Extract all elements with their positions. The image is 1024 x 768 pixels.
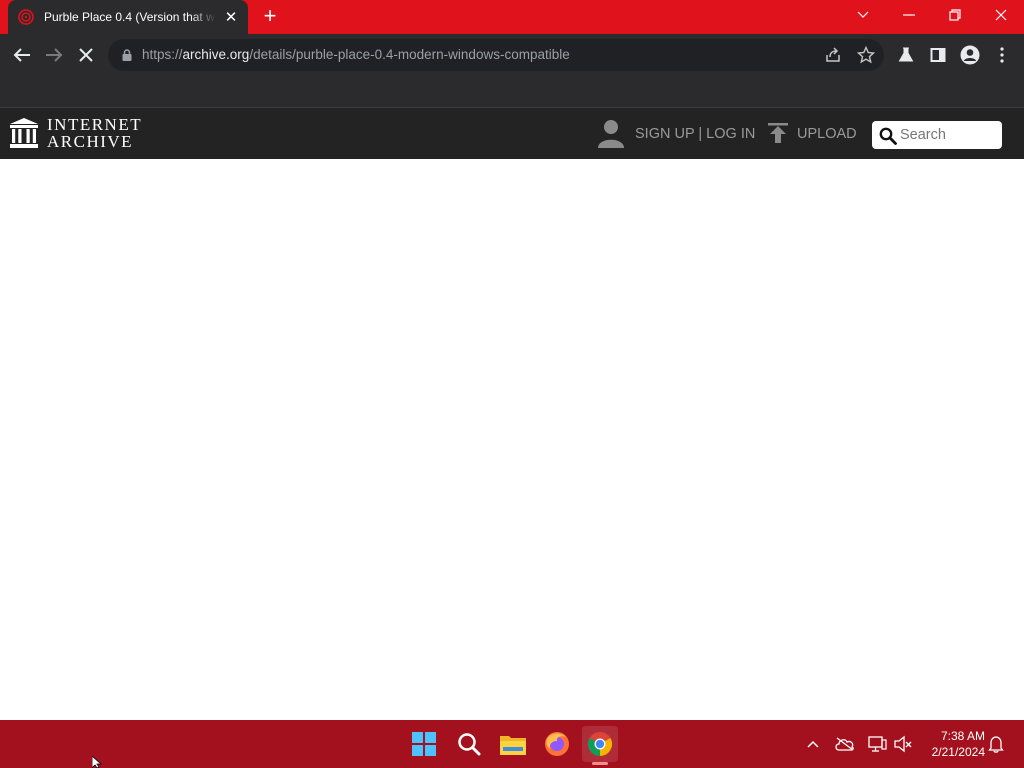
wordmark-line-2: ARCHIVE: [47, 132, 134, 151]
minimize-window-icon[interactable]: [886, 0, 932, 30]
chrome-icon[interactable]: [582, 726, 618, 762]
side-panel-icon[interactable]: [926, 43, 950, 67]
wordmark-line-1: INTERNET: [47, 115, 143, 134]
search-icon[interactable]: [879, 127, 897, 145]
firefox-icon[interactable]: [539, 726, 575, 762]
chrome-active-indicator: [592, 762, 608, 765]
url-host: archive.org: [182, 47, 250, 62]
windows-taskbar: 7:38 AM 2/21/2024: [0, 720, 1024, 768]
internet-archive-favicon-icon: [18, 9, 34, 25]
clock-date: 2/21/2024: [931, 745, 985, 759]
profile-avatar-icon[interactable]: [958, 43, 982, 67]
tab-search-chevron-icon[interactable]: [840, 0, 886, 30]
chrome-labs-flask-icon[interactable]: [894, 43, 918, 67]
file-explorer-icon[interactable]: [495, 726, 531, 762]
clock-time: 7:38 AM: [940, 729, 985, 743]
system-clock[interactable]: 7:38 AM 2/21/2024: [921, 728, 985, 760]
kebab-menu-icon[interactable]: [990, 43, 1014, 67]
lock-icon[interactable]: [120, 48, 134, 62]
start-icon[interactable]: [406, 726, 442, 762]
site-search-box[interactable]: [872, 121, 1002, 149]
url-text[interactable]: https://archive.org/details/purble-place…: [142, 47, 570, 62]
search-icon[interactable]: [451, 726, 487, 762]
stop-loading-icon[interactable]: [74, 43, 98, 67]
internet-archive-wordmark[interactable]: INTERNET ARCHIVE: [47, 116, 142, 150]
onedrive-offline-icon[interactable]: [835, 734, 855, 754]
restore-window-icon[interactable]: [932, 0, 978, 30]
url-path: /details/purble-place-0.4-modern-windows…: [249, 47, 570, 62]
search-input[interactable]: [900, 124, 996, 146]
page-content-area: [0, 159, 1024, 720]
upload-link[interactable]: UPLOAD: [797, 126, 857, 142]
upload-icon[interactable]: [767, 122, 789, 144]
network-icon[interactable]: [867, 734, 887, 754]
share-icon[interactable]: [824, 46, 842, 64]
back-arrow-icon[interactable]: [10, 43, 34, 67]
volume-muted-icon[interactable]: [893, 734, 913, 754]
show-hidden-icons-chevron-icon[interactable]: [803, 734, 823, 754]
bookmarks-bar: [0, 76, 1024, 108]
user-icon[interactable]: [596, 118, 626, 148]
url-scheme: https://: [142, 47, 183, 62]
tab-title: Purble Place 0.4 (Version that works on …: [44, 10, 216, 24]
address-bar[interactable]: https://archive.org/details/purble-place…: [108, 39, 884, 71]
bookmark-star-icon[interactable]: [857, 46, 875, 64]
mouse-pointer-icon: [92, 756, 103, 768]
browser-tabstrip: Purble Place 0.4 (Version that works on …: [0, 0, 1024, 34]
tab-close-icon[interactable]: ✕: [222, 8, 240, 26]
internet-archive-header: INTERNET ARCHIVE SIGN UP | LOG IN UPLOAD: [0, 108, 1024, 159]
close-window-icon[interactable]: [978, 0, 1024, 30]
forward-arrow-icon[interactable]: [42, 43, 66, 67]
internet-archive-logo-icon[interactable]: [10, 118, 38, 148]
notification-bell-icon[interactable]: [986, 734, 1006, 754]
new-tab-button[interactable]: +: [258, 5, 282, 29]
browser-toolbar: https://archive.org/details/purble-place…: [0, 34, 1024, 76]
browser-tab-active[interactable]: Purble Place 0.4 (Version that works on …: [8, 0, 248, 34]
signup-login-link[interactable]: SIGN UP | LOG IN: [635, 126, 755, 142]
